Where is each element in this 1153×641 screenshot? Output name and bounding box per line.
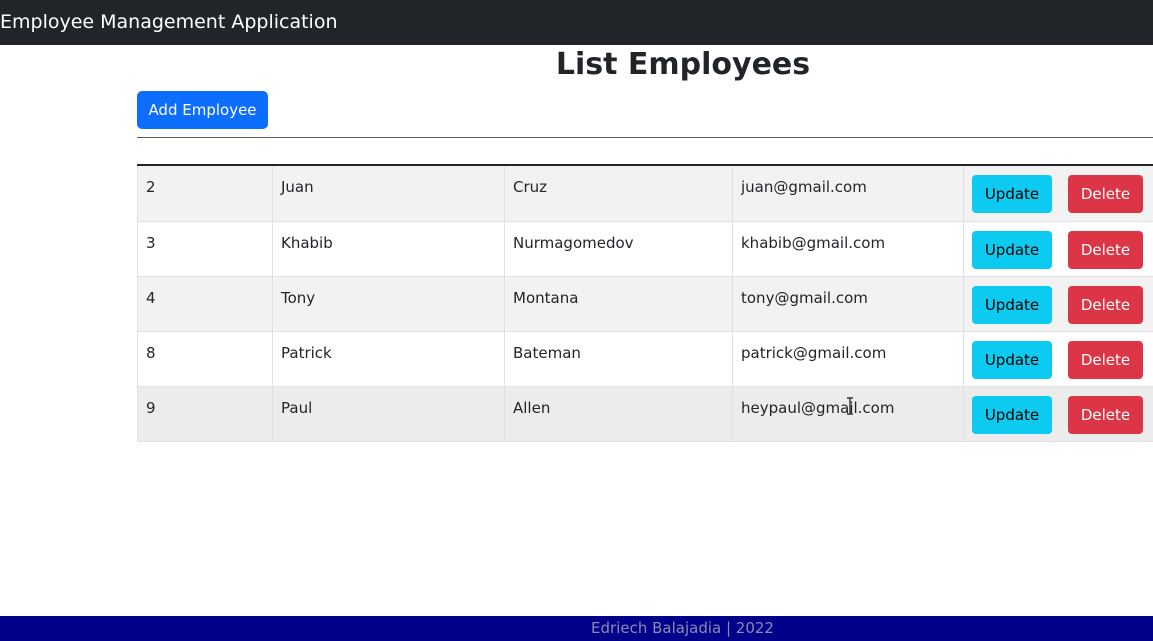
employee-email: khabib@gmail.com <box>732 221 964 277</box>
update-button[interactable]: Update <box>972 175 1052 213</box>
footer: Edriech Balajadia | 2022 <box>0 616 1153 641</box>
footer-text: Edriech Balajadia | 2022 <box>591 619 774 637</box>
employee-email: tony@gmail.com <box>732 276 964 332</box>
row-actions: Update Delete <box>963 221 1153 277</box>
employee-email: patrick@gmail.com <box>732 331 964 387</box>
row-actions: Update Delete <box>963 166 1153 222</box>
employee-id: 4 <box>137 276 273 332</box>
update-button[interactable]: Update <box>972 395 1052 434</box>
delete-button[interactable]: Delete <box>1068 285 1143 324</box>
employee-id: 9 <box>137 386 273 442</box>
delete-button[interactable]: Delete <box>1068 175 1143 213</box>
employee-first-name: Khabib <box>272 221 505 277</box>
app-brand[interactable]: Employee Management Application <box>0 10 338 34</box>
row-actions: Update Delete <box>963 386 1153 442</box>
employee-first-name: Patrick <box>272 331 505 387</box>
delete-button[interactable]: Delete <box>1068 340 1143 379</box>
employee-first-name: Paul <box>272 386 505 442</box>
employee-last-name: Nurmagomedov <box>504 221 733 277</box>
update-button[interactable]: Update <box>972 340 1052 379</box>
employee-first-name: Tony <box>272 276 505 332</box>
page-title: List Employees <box>555 47 811 82</box>
table-row: 8 Patrick Bateman patrick@gmail.com Upda… <box>137 331 1153 387</box>
employee-last-name: Montana <box>504 276 733 332</box>
update-button[interactable]: Update <box>972 285 1052 324</box>
employee-first-name: Juan <box>272 166 505 222</box>
row-actions: Update Delete <box>963 331 1153 387</box>
add-employee-button[interactable]: Add Employee <box>137 91 268 129</box>
employee-email: juan@gmail.com <box>732 166 964 222</box>
update-button[interactable]: Update <box>972 230 1052 269</box>
table-row: 2 Juan Cruz juan@gmail.com Update Delete <box>137 166 1153 222</box>
divider <box>137 137 1153 138</box>
table-row: 9 Paul Allen heypaul@gmail.com Update Del… <box>137 386 1153 442</box>
employee-id: 8 <box>137 331 273 387</box>
row-actions: Update Delete <box>963 276 1153 332</box>
employee-last-name: Cruz <box>504 166 733 222</box>
employee-last-name: Bateman <box>504 331 733 387</box>
employee-id: 2 <box>137 166 273 222</box>
employee-id: 3 <box>137 221 273 277</box>
table-row: 3 Khabib Nurmagomedov khabib@gmail.com U… <box>137 221 1153 277</box>
employee-last-name: Allen <box>504 386 733 442</box>
text-cursor-icon <box>847 397 853 415</box>
delete-button[interactable]: Delete <box>1068 395 1143 434</box>
navbar: Employee Management Application <box>0 0 1153 45</box>
employees-table: 2 Juan Cruz juan@gmail.com Update Delete … <box>137 164 1153 442</box>
table-row: 4 Tony Montana tony@gmail.com Update Dele… <box>137 276 1153 332</box>
delete-button[interactable]: Delete <box>1068 230 1143 269</box>
